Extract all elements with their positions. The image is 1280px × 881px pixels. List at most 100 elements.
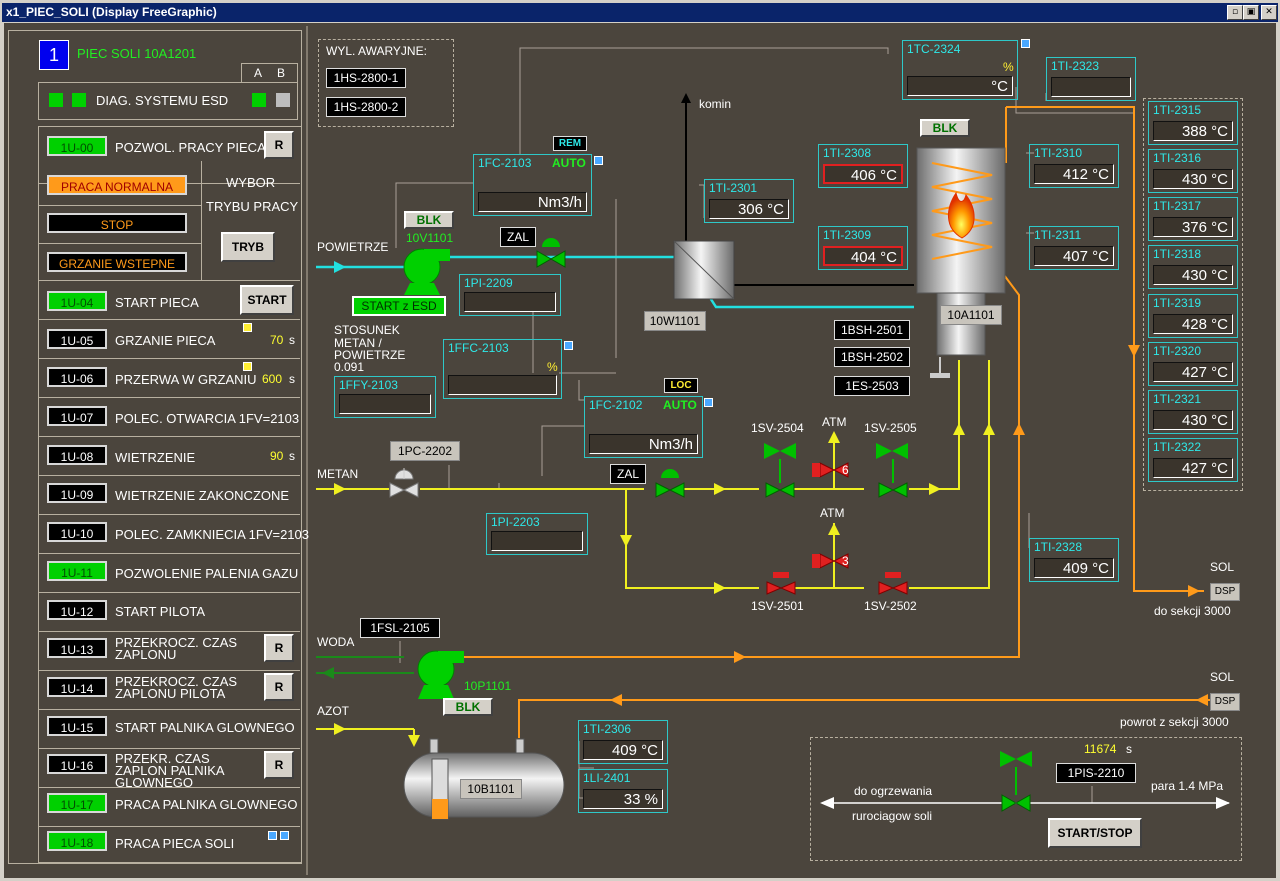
reset-button[interactable]: R (264, 673, 294, 701)
valve-3-label: 3 (842, 554, 849, 568)
divider (38, 670, 300, 671)
ratio-indicator-2103[interactable]: 1FFY-2103 (334, 376, 436, 418)
indicator-value (491, 531, 583, 551)
controller-value: °C (907, 76, 1013, 96)
heat-exchanger-name: 10W1101 (644, 311, 706, 331)
mode-select-button[interactable]: TRYB (221, 232, 275, 262)
controller-mode: AUTO (663, 398, 697, 412)
fan-name: 10V1101 (406, 231, 454, 245)
heating-label-1: do ogrzewania (854, 784, 933, 798)
return-section-label: powrot z sekcji 3000 (1120, 715, 1229, 729)
temp-indicator-2323[interactable]: 1TI-2323 (1046, 57, 1136, 101)
reset-button[interactable]: R (264, 131, 294, 159)
step-1u05-label: GRZANIE PIECA (115, 333, 216, 348)
emergency-switch-1[interactable]: 1HS-2800-1 (326, 68, 406, 88)
reset-button[interactable]: R (264, 634, 294, 662)
coil-temp-indicator[interactable]: 1TI-2322 427 °C (1148, 438, 1238, 482)
indicator-name: 1TI-2319 (1153, 296, 1202, 310)
blk-fan-button[interactable]: BLK (404, 211, 454, 229)
indicator-name: 1TI-2311 (1034, 228, 1082, 242)
step-1u15-label: START PALNIKA GLOWNEGO (115, 720, 295, 735)
coil-temp-indicator[interactable]: 1TI-2317 376 °C (1148, 197, 1238, 241)
local-mode-badge[interactable]: LOC (664, 378, 698, 393)
emergency-switch-2[interactable]: 1HS-2800-2 (326, 97, 406, 117)
coil-temp-indicator[interactable]: 1TI-2316 430 °C (1148, 149, 1238, 193)
temp-indicator-2308[interactable]: 1TI-2308 406 °C (818, 144, 908, 188)
divider (38, 358, 300, 359)
indicator-value: 388 °C (1153, 121, 1233, 141)
coil-temp-indicator[interactable]: 1TI-2321 430 °C (1148, 390, 1238, 434)
zal-methane-button[interactable]: ZAL (610, 464, 646, 484)
divider (38, 592, 300, 593)
application-window: x1_PIEC_SOLI (Display FreeGraphic) ▫ ▣ ✕ (0, 0, 1280, 881)
flow-controller-2102[interactable]: 1FC-2102 AUTO Nm3/h (584, 396, 703, 458)
valve-name: 1SV-2504 (751, 421, 804, 435)
mode-select-label-1: WYBOR (226, 175, 276, 190)
flow-controller-2103[interactable]: 1FC-2103 AUTO Nm3/h (473, 154, 592, 216)
step-1u09-indicator: 1U-09 (47, 483, 107, 503)
divider (38, 280, 300, 281)
salt-out-label: SOL (1210, 560, 1235, 574)
temp-indicator-2328[interactable]: 1TI-2328 409 °C (1029, 538, 1119, 582)
step-1u16-label: PRZEKR. CZAS ZAPLON PALNIKA GLOWNEGO (115, 751, 224, 790)
indicator-value: 406 °C (823, 164, 903, 184)
level-indicator-2401[interactable]: 1LI-2401 33 % (578, 769, 668, 813)
ab-header (241, 63, 298, 83)
nitrogen-label: AZOT (317, 704, 349, 718)
flame-sensor-2: 1BSH-2502 (834, 347, 910, 367)
temp-indicator-2306[interactable]: 1TI-2306 409 °C (578, 720, 668, 764)
start-esd-button[interactable]: START z ESD (352, 296, 446, 316)
temp-indicator-2301[interactable]: 1TI-2301 306 °C (704, 179, 794, 223)
coil-temp-indicator[interactable]: 1TI-2319 428 °C (1148, 294, 1238, 338)
unit-number-badge: 1 (39, 40, 69, 70)
coil-temp-indicator[interactable]: 1TI-2318 430 °C (1148, 245, 1238, 289)
temp-indicator-2311[interactable]: 1TI-2311 407 °C (1029, 226, 1119, 270)
title-bar: x1_PIEC_SOLI (Display FreeGraphic) ▫ ▣ ✕ (2, 3, 1278, 22)
blk-furnace-button[interactable]: BLK (920, 119, 970, 137)
col-a-label: A (254, 66, 263, 80)
divider (38, 475, 300, 476)
dsp-button[interactable]: DSP (1210, 693, 1240, 711)
indicator-value: 409 °C (583, 740, 663, 760)
coil-temp-indicator[interactable]: 1TI-2320 427 °C (1148, 342, 1238, 386)
coil-temp-indicator[interactable]: 1TI-2315 388 °C (1148, 101, 1238, 145)
ratio-controller-2103[interactable]: 1FFC-2103 % (443, 339, 562, 399)
pressure-switch-2210[interactable]: 1PIS-2210 (1056, 763, 1136, 783)
temp-controller-2324[interactable]: 1TC-2324 % °C (902, 40, 1018, 100)
blk-pump-button[interactable]: BLK (443, 698, 493, 716)
esd-status-led-1 (49, 93, 63, 107)
remote-mode-badge[interactable]: REM (553, 136, 587, 151)
temp-indicator-2309[interactable]: 1TI-2309 404 °C (818, 226, 908, 270)
temp-indicator-2310[interactable]: 1TI-2310 412 °C (1029, 144, 1119, 188)
divider (38, 397, 300, 398)
status-flag-icon (243, 323, 252, 332)
flame-sensor-1: 1BSH-2501 (834, 320, 910, 340)
divider (38, 826, 300, 827)
pressure-indicator-2203[interactable]: 1PI-2203 (486, 513, 588, 555)
controller-name: 1FC-2102 (589, 398, 643, 412)
controller-name: 1FC-2103 (478, 156, 532, 170)
mode-stop-indicator: STOP (47, 213, 187, 233)
dsp-button[interactable]: DSP (1210, 583, 1240, 601)
indicator-name: 1TI-2301 (709, 181, 758, 195)
step-1u05-value: 70 (270, 333, 284, 347)
pressure-controller-name: 1PC-2202 (390, 441, 460, 461)
tank-name: 10B1101 (460, 779, 522, 799)
start-furnace-button[interactable]: START (240, 285, 294, 315)
reset-button[interactable]: R (264, 751, 294, 779)
indicator-name: 1TI-2317 (1153, 199, 1202, 213)
minimize-button[interactable]: ▫ (1227, 5, 1243, 20)
controller-value (448, 375, 557, 395)
pressure-indicator-2209[interactable]: 1PI-2209 (459, 274, 561, 316)
indicator-name: 1FFY-2103 (339, 378, 398, 392)
indicator-value: 33 % (583, 789, 663, 809)
atm-label: ATM (822, 415, 847, 429)
indicator-value: 427 °C (1153, 458, 1233, 478)
divider (38, 553, 300, 554)
indicator-value (339, 394, 431, 414)
indicator-value: 430 °C (1153, 265, 1233, 285)
restore-button[interactable]: ▣ (1243, 5, 1259, 20)
zal-air-button[interactable]: ZAL (500, 227, 536, 247)
close-button[interactable]: ✕ (1261, 5, 1277, 20)
indicator-value: 430 °C (1153, 410, 1233, 430)
